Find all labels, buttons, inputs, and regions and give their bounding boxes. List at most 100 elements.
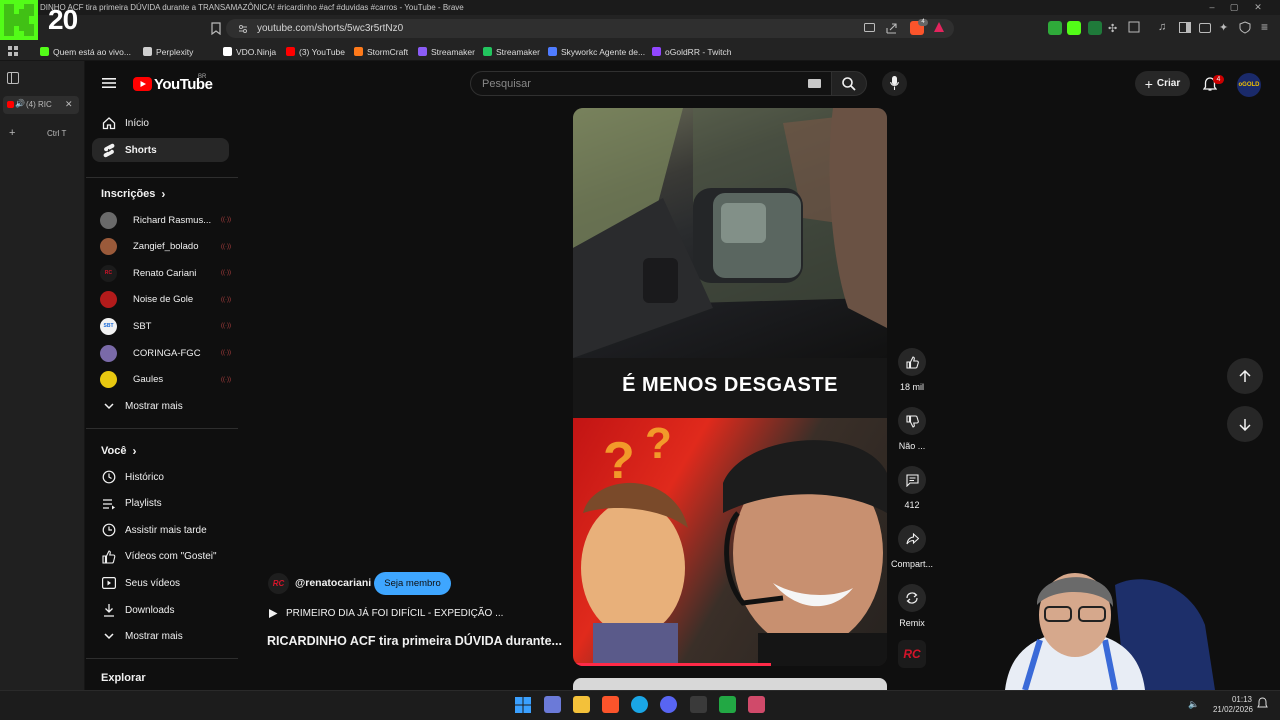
short-title[interactable]: RICARDINHO ACF tira primeira DÚVIDA dura… [267, 634, 562, 648]
bookmark-label: oGoldRR - Twitch [665, 46, 732, 57]
youtube-logo-icon[interactable] [133, 77, 152, 91]
wallet-icon[interactable] [1199, 22, 1211, 33]
bookmark-item[interactable]: StormCraft [354, 45, 408, 58]
bookmark-item[interactable]: VDO.Ninja [223, 45, 276, 58]
brave-rewards-icon[interactable] [933, 21, 945, 33]
youtube-favicon-icon [7, 101, 14, 108]
share-button[interactable] [898, 525, 926, 553]
subscription-item[interactable]: SBT SBT ((·)) [100, 316, 231, 336]
channel-thumbnail[interactable]: RC [898, 640, 926, 668]
channel-avatar [100, 291, 117, 309]
live-indicator-icon: ((·)) [221, 270, 231, 277]
extension-icon[interactable] [1088, 21, 1102, 35]
tab-panel-icon[interactable] [7, 72, 19, 84]
you-heading[interactable]: Você › [101, 444, 136, 458]
side-panel-icon[interactable] [1179, 22, 1191, 33]
bookmark-item[interactable]: Perplexity [143, 45, 193, 58]
sidebar-item-home[interactable]: Início [92, 111, 229, 135]
brave-browser-icon[interactable] [602, 696, 619, 713]
extension-icon[interactable] [1048, 21, 1062, 35]
close-window-icon[interactable]: ✕ [1252, 2, 1264, 12]
apps-icon[interactable] [8, 46, 18, 56]
cast-icon[interactable] [864, 23, 875, 33]
subscription-item[interactable]: CORINGA-FGC ((·)) [100, 343, 231, 363]
volume-icon[interactable]: 🔈 [1188, 699, 1199, 710]
bookmark-item[interactable]: Streamaker [483, 45, 540, 58]
remix-icon [906, 592, 918, 604]
new-tab-icon[interactable]: + [9, 127, 15, 139]
windows-start-icon[interactable] [515, 697, 531, 713]
clock-date[interactable]: 21/02/2026 [1208, 705, 1258, 714]
keyboard-icon[interactable] [808, 79, 821, 88]
share-page-icon[interactable] [886, 23, 897, 34]
sidebar-item-clock[interactable]: Assistir mais tarde [92, 518, 229, 542]
subscription-item[interactable]: Gaules ((·)) [100, 370, 231, 390]
discord-icon[interactable] [660, 696, 677, 713]
sidebar-item-video[interactable]: Seus vídeos [92, 571, 229, 595]
dislike-button[interactable] [898, 407, 926, 435]
app-icon[interactable] [748, 696, 765, 713]
like-button[interactable] [898, 348, 926, 376]
extension-icon[interactable] [1067, 21, 1081, 35]
channel-handle[interactable]: @renatocariani [295, 577, 371, 589]
channel-avatar [100, 238, 117, 256]
sidebar-item-history[interactable]: Histórico [92, 465, 229, 489]
bookmark-item[interactable]: Streamaker [418, 45, 475, 58]
next-short-preview[interactable] [573, 678, 887, 690]
close-tab-icon[interactable]: ✕ [65, 99, 73, 110]
sidebar-item-shorts[interactable]: Shorts [92, 138, 229, 162]
subscription-label: Richard Rasmus... [133, 214, 212, 226]
bookmark-icon[interactable] [211, 22, 221, 35]
comments-button[interactable] [898, 466, 926, 494]
live-indicator-icon: ((·)) [221, 323, 231, 330]
remix-button[interactable] [898, 584, 926, 612]
previous-short-button[interactable] [1227, 358, 1263, 394]
maximize-icon[interactable]: ▢ [1228, 2, 1240, 12]
search-input[interactable] [482, 77, 782, 91]
app-icon[interactable] [690, 696, 707, 713]
search-icon [842, 77, 856, 91]
like-icon [92, 550, 125, 564]
subscription-item[interactable]: RC Renato Cariani ((·)) [100, 263, 231, 283]
leo-ai-icon[interactable]: ✦ [1219, 21, 1228, 34]
bookmark-item[interactable]: Quem está ao vivo... [40, 45, 131, 58]
sidebar-item-playlist[interactable]: Playlists [92, 492, 229, 516]
create-button[interactable]: + Criar [1135, 71, 1190, 96]
sidebar-item-download[interactable]: Downloads [92, 598, 229, 622]
bookmark-item[interactable]: oGoldRR - Twitch [652, 45, 731, 58]
vpn-icon[interactable] [1239, 21, 1251, 34]
sidebar-item-chevron-down[interactable]: Mostrar mais [92, 625, 229, 649]
hamburger-menu-icon[interactable] [102, 77, 116, 89]
edge-browser-icon[interactable] [631, 696, 648, 713]
minimize-icon[interactable]: – [1206, 2, 1218, 12]
file-explorer-icon[interactable] [573, 696, 590, 713]
playlist-link[interactable]: PRIMEIRO DIA JÁ FOI DIFÍCIL - EXPEDIÇÃO … [268, 608, 503, 619]
sidebar-item-label: Downloads [125, 604, 175, 616]
audio-icon[interactable]: 🔊 [15, 99, 25, 108]
video-progress-bar[interactable] [573, 663, 771, 666]
join-membership-button[interactable]: Seja membro [374, 572, 451, 595]
subscription-item[interactable]: Richard Rasmus... ((·)) [100, 210, 231, 230]
next-short-button[interactable] [1227, 406, 1263, 442]
media-icon[interactable]: ♫ [1158, 21, 1166, 33]
subscription-item[interactable]: Noise de Gole ((·)) [100, 290, 231, 310]
show-more-subscriptions[interactable]: Mostrar mais [92, 394, 229, 418]
subscriptions-heading[interactable]: Inscrições › [101, 187, 165, 201]
sidebar-item-like[interactable]: Vídeos com "Gostei" [92, 545, 229, 569]
notification-center-icon[interactable] [1257, 697, 1268, 710]
channel-avatar[interactable]: RC [268, 573, 289, 594]
clock-time[interactable]: 01:13 [1222, 695, 1262, 704]
puzzle-icon[interactable]: ✣ [1108, 22, 1117, 35]
site-info-icon[interactable] [238, 24, 248, 34]
bookmark-item[interactable]: (3) YouTube [286, 45, 345, 58]
bookmark-item[interactable]: Skyworkc Agente de... [548, 45, 645, 58]
user-avatar[interactable]: oGOLD [1237, 73, 1261, 97]
channel-avatar [100, 344, 117, 362]
menu-icon[interactable]: ≡ [1261, 20, 1268, 34]
screenshot-icon[interactable] [1128, 21, 1140, 33]
app-icon[interactable] [544, 696, 561, 713]
short-video-player[interactable]: É MENOS DESGASTE ? ? [573, 108, 887, 666]
video-caption: É MENOS DESGASTE [622, 374, 838, 396]
subscription-item[interactable]: Zangief_bolado ((·)) [100, 237, 231, 257]
streaming-app-icon[interactable] [719, 696, 736, 713]
